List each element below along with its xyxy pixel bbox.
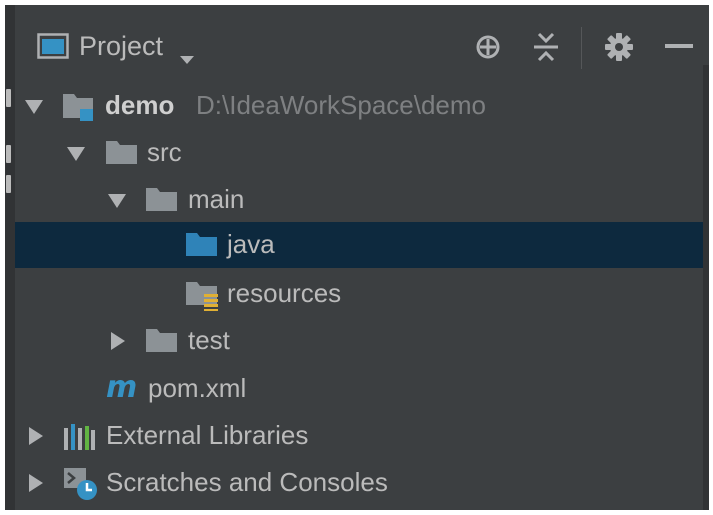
tree-item-test[interactable]: test [15, 318, 703, 364]
folder-icon [105, 139, 139, 172]
gear-icon[interactable] [603, 31, 635, 63]
minimize-icon[interactable] [663, 31, 695, 63]
resources-folder-icon [185, 280, 221, 317]
tree-item-label: pom.xml [148, 373, 247, 403]
tree-item-pom-xml[interactable]: m pom.xml [15, 366, 703, 412]
tree-item-main[interactable]: main [15, 177, 703, 223]
tree-item-src[interactable]: src [15, 130, 703, 176]
expand-arrow-down-icon[interactable] [67, 144, 85, 162]
expand-arrow-right-icon[interactable] [109, 332, 127, 350]
project-path: D:\IdeaWorkSpace\demo [196, 90, 486, 120]
tree-item-label: src [147, 137, 182, 167]
locate-icon[interactable] [472, 31, 504, 63]
tree-item-java[interactable]: java [15, 222, 703, 268]
project-tool-window: Project demo D:\IdeaWorkSpace\demo src m… [5, 5, 709, 510]
maven-icon: m [105, 370, 141, 410]
expand-arrow-right-icon[interactable] [27, 427, 45, 445]
left-edge-strip [5, 5, 15, 510]
expand-arrow-down-icon[interactable] [108, 191, 126, 209]
tree-item-external-libraries[interactable]: External Libraries [15, 413, 703, 459]
tree-item-label: demo [105, 90, 175, 120]
project-title: Project [79, 30, 164, 61]
chevron-down-icon [179, 41, 195, 64]
folder-icon [145, 327, 179, 360]
libraries-icon [63, 422, 97, 457]
toolbar-separator [581, 27, 582, 69]
source-folder-icon [185, 231, 219, 264]
tree-item-label: External Libraries [106, 420, 309, 450]
tree-item-demo[interactable]: demo D:\IdeaWorkSpace\demo [15, 83, 703, 129]
tree-item-label: Scratches and Consoles [106, 467, 388, 497]
svg-text:m: m [106, 371, 137, 405]
scratches-icon [63, 466, 99, 507]
module-folder-icon [62, 92, 96, 127]
project-toolbar: Project [15, 5, 709, 87]
scrollbar-track[interactable] [703, 65, 709, 510]
expand-arrow-right-icon[interactable] [27, 474, 45, 492]
project-view-selector[interactable]: Project [37, 28, 195, 64]
tree-item-label: main [188, 184, 245, 214]
collapse-all-icon[interactable] [530, 31, 562, 63]
expand-arrow-down-icon[interactable] [25, 97, 43, 115]
tree-item-scratches-and-consoles[interactable]: Scratches and Consoles [15, 460, 703, 506]
tree-item-label: java [227, 229, 275, 259]
folder-icon [145, 186, 179, 219]
tree-item-resources[interactable]: resources [15, 271, 703, 317]
tree-item-label: resources [227, 278, 342, 308]
project-window-icon [37, 33, 69, 59]
tree-item-label: test [188, 325, 230, 355]
